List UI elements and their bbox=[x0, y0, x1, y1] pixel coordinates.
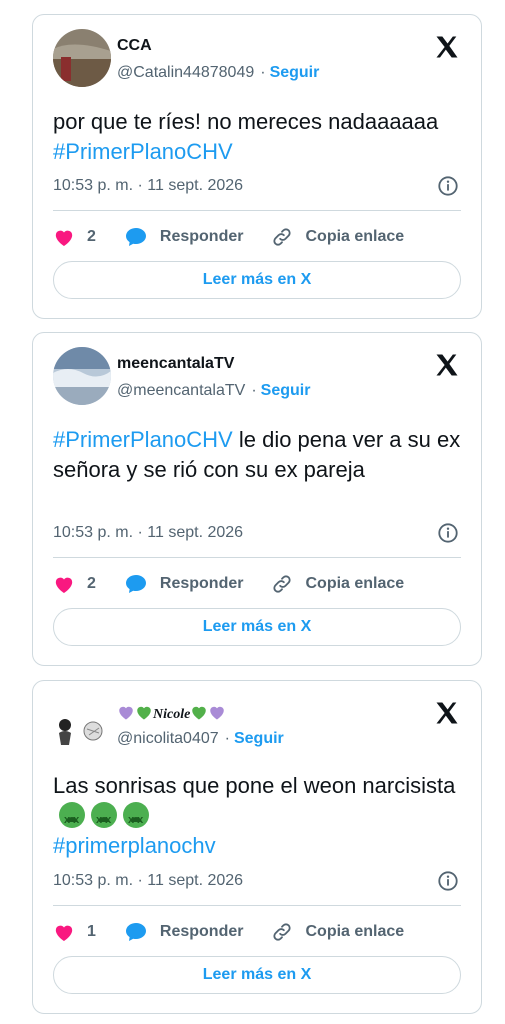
tweet-card: CCA @Catalin44878049 · Seguir por que te r… bbox=[32, 14, 482, 319]
like-button[interactable]: 1 bbox=[53, 922, 96, 942]
info-icon[interactable] bbox=[437, 870, 459, 892]
x-logo-icon[interactable] bbox=[433, 33, 461, 61]
handle-row: @Catalin44878049 · Seguir bbox=[117, 64, 320, 81]
purple-heart-icon bbox=[210, 706, 225, 720]
action-bar: 2 Responder Copia enlace bbox=[53, 225, 461, 249]
reply-bubble-icon bbox=[125, 575, 146, 593]
action-bar: 1 Responder Copia enlace bbox=[53, 920, 461, 944]
copy-link-button[interactable]: Copia enlace bbox=[271, 573, 404, 595]
tweet-card: meencantalaTV @meencantalaTV · Seguir #Pri… bbox=[32, 332, 482, 666]
read-more-button[interactable]: Leer más en X bbox=[53, 261, 461, 299]
copy-link-label: Copia enlace bbox=[305, 228, 405, 245]
reply-label: Responder bbox=[159, 923, 244, 940]
reply-button[interactable]: Responder bbox=[124, 226, 244, 248]
like-count: 1 bbox=[87, 923, 96, 940]
timestamp[interactable]: 10:53 p. m. · 11 sept. 2026 bbox=[53, 872, 243, 890]
heart-icon bbox=[55, 925, 73, 942]
user-handle[interactable]: @nicolita0407 bbox=[117, 730, 219, 747]
tweet-text: Las sonrisas que pone el weon narcisista… bbox=[53, 771, 461, 861]
divider bbox=[53, 905, 461, 906]
like-button[interactable]: 2 bbox=[53, 574, 96, 594]
like-button[interactable]: 2 bbox=[53, 227, 96, 247]
like-count: 2 bbox=[87, 575, 96, 592]
link-icon bbox=[273, 228, 292, 246]
nauseated-face-icon bbox=[59, 802, 85, 835]
follow-link[interactable]: Seguir bbox=[270, 64, 320, 81]
green-heart-icon bbox=[192, 706, 207, 720]
tweet-card: Nicole @nicolita0407 · Seguir Las sonrisas… bbox=[32, 680, 482, 1014]
display-name[interactable]: CCA bbox=[117, 37, 152, 55]
user-handle[interactable]: @Catalin44878049 bbox=[117, 64, 254, 81]
reply-bubble-icon bbox=[125, 228, 146, 246]
info-icon[interactable] bbox=[437, 175, 459, 197]
copy-link-button[interactable]: Copia enlace bbox=[271, 226, 404, 248]
nauseated-face-icon bbox=[123, 802, 149, 835]
avatar[interactable] bbox=[53, 29, 111, 87]
heart-icon bbox=[55, 230, 73, 247]
heart-icon bbox=[55, 577, 73, 594]
read-more-button[interactable]: Leer más en X bbox=[53, 608, 461, 646]
like-count: 2 bbox=[87, 228, 96, 245]
divider bbox=[53, 210, 461, 211]
display-name[interactable]: Nicole bbox=[117, 703, 226, 723]
hashtag-link[interactable]: #PrimerPlanoCHV bbox=[53, 139, 233, 164]
copy-link-label: Copia enlace bbox=[305, 575, 405, 592]
avatar[interactable] bbox=[53, 347, 111, 405]
reply-label: Responder bbox=[159, 228, 244, 245]
green-heart-icon bbox=[137, 706, 151, 720]
reply-label: Responder bbox=[159, 575, 244, 592]
display-name[interactable]: meencantalaTV bbox=[117, 355, 234, 373]
tweet-text: #PrimerPlanoCHV le dio pena ver a su ex … bbox=[53, 427, 461, 482]
purple-heart-icon bbox=[119, 706, 133, 720]
follow-link[interactable]: Seguir bbox=[261, 382, 311, 399]
reply-button[interactable]: Responder bbox=[124, 573, 244, 595]
x-logo-icon[interactable] bbox=[433, 699, 461, 727]
timestamp[interactable]: 10:53 p. m. · 11 sept. 2026 bbox=[53, 524, 243, 542]
handle-row: @nicolita0407 · Seguir bbox=[117, 730, 284, 747]
link-icon bbox=[273, 923, 292, 941]
handle-row: @meencantalaTV · Seguir bbox=[117, 382, 311, 399]
display-name-text: Nicole bbox=[153, 707, 191, 722]
action-bar: 2 Responder Copia enlace bbox=[53, 572, 461, 596]
follow-link[interactable]: Seguir bbox=[234, 730, 284, 747]
info-icon[interactable] bbox=[437, 522, 459, 544]
hashtag-link[interactable]: #PrimerPlanoCHV bbox=[53, 427, 233, 452]
reply-bubble-icon bbox=[125, 923, 146, 941]
copy-link-label: Copia enlace bbox=[305, 923, 405, 940]
divider bbox=[53, 557, 461, 558]
hashtag-link[interactable]: #primerplanochv bbox=[53, 833, 216, 858]
nauseated-face-icon bbox=[91, 802, 117, 835]
read-more-button[interactable]: Leer más en X bbox=[53, 956, 461, 994]
timestamp[interactable]: 10:53 p. m. · 11 sept. 2026 bbox=[53, 177, 243, 195]
copy-link-button[interactable]: Copia enlace bbox=[271, 921, 404, 943]
x-logo-icon[interactable] bbox=[433, 351, 461, 379]
tweet-text: por que te ríes! no mereces nadaaaaaa #P… bbox=[53, 109, 439, 164]
avatar[interactable] bbox=[53, 695, 111, 753]
link-icon bbox=[273, 575, 292, 593]
user-handle[interactable]: @meencantalaTV bbox=[117, 382, 245, 399]
reply-button[interactable]: Responder bbox=[124, 921, 244, 943]
